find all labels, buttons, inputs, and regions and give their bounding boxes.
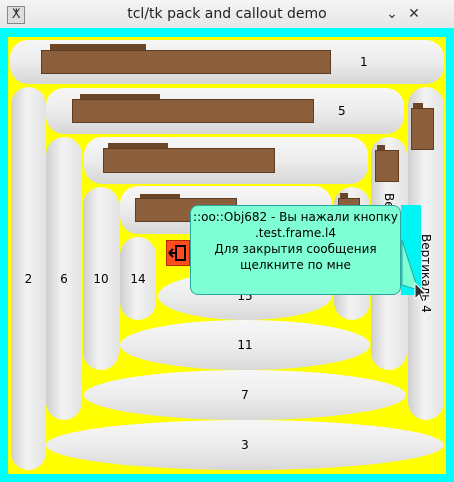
callout-line-2: .test.frame.l4 (254, 226, 337, 240)
callout-line-3: Для закрытия сообщения (214, 242, 377, 256)
button-6[interactable]: 6 (46, 137, 82, 420)
button-11[interactable]: 11 (120, 320, 370, 370)
button-10-label: 10 (93, 271, 109, 286)
wood-image-9 (103, 148, 275, 173)
button-14[interactable]: 14 (120, 237, 156, 320)
mouse-cursor-icon (414, 282, 428, 303)
title-bar: ⵅ tcl/tk pack and callout demo ⌄ ✕ (0, 0, 454, 29)
minimize-button[interactable]: ⌄ (382, 4, 402, 24)
wood-image-v4 (411, 108, 434, 150)
button-14-label: 14 (130, 271, 146, 286)
wood-image-v8 (375, 150, 399, 182)
button-2[interactable]: 2 (11, 87, 46, 470)
button-7[interactable]: 7 (84, 370, 406, 420)
button-5-label: 5 (338, 104, 346, 118)
button-7-label: 7 (241, 388, 249, 402)
button-3[interactable]: 3 (46, 420, 444, 470)
close-button[interactable]: ✕ (404, 4, 424, 24)
wood-image-1 (41, 50, 331, 74)
button-3-label: 3 (241, 438, 249, 452)
button-11-label: 11 (237, 338, 253, 352)
wood-image-5 (72, 99, 314, 123)
button-1-label: 1 (360, 55, 368, 69)
callout-line-1: ::oo::Obj682 - Вы нажали кнопку (193, 210, 398, 224)
callout-message[interactable]: ::oo::Obj682 - Вы нажали кнопку .test.fr… (190, 205, 401, 295)
button-10[interactable]: 10 (83, 187, 119, 370)
callout-line-4: щелкните по мне (240, 258, 351, 272)
button-6-label: 6 (60, 271, 68, 286)
exit-icon[interactable] (166, 240, 190, 266)
button-2-label: 2 (24, 271, 33, 286)
